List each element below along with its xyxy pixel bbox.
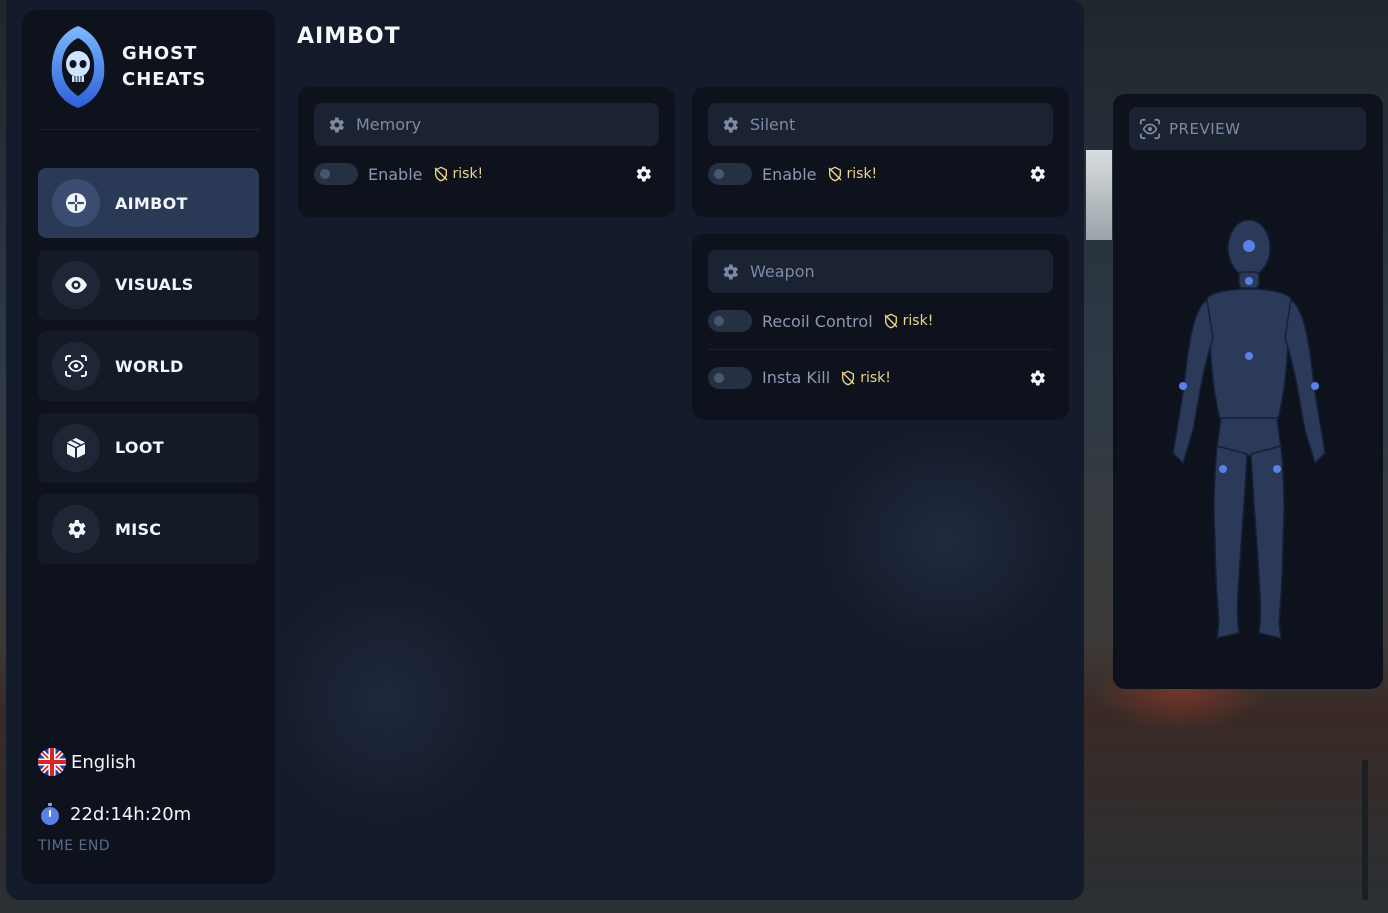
- nav-label: MISC: [115, 519, 162, 539]
- risk-badge: risk!: [883, 313, 934, 329]
- brand: GHOST CHEATS: [44, 24, 242, 110]
- divider: [38, 129, 259, 130]
- risk-label: risk!: [902, 313, 934, 329]
- language-label: English: [71, 751, 136, 773]
- stopwatch-icon: [41, 803, 59, 825]
- risk-badge: risk!: [840, 370, 891, 386]
- nav-label: WORLD: [115, 356, 184, 376]
- gear-icon: [723, 117, 738, 132]
- card-weapon: Weapon Recoil Control risk! Insta Kill r…: [692, 234, 1069, 420]
- risk-badge: risk!: [827, 166, 878, 182]
- card-memory: Memory Enable risk!: [298, 87, 675, 217]
- card-header: Silent: [708, 103, 1053, 146]
- risk-badge: risk!: [433, 166, 484, 182]
- shield-off-icon: [841, 370, 855, 385]
- nav-label: AIMBOT: [115, 193, 188, 213]
- shield-off-icon: [828, 166, 841, 182]
- uk-flag-icon: [38, 748, 66, 776]
- settings-gear-icon[interactable]: [633, 164, 653, 184]
- risk-label: risk!: [860, 369, 891, 386]
- main-nav: AIMBOT VISUALS WORLD LOOT MISC: [38, 168, 259, 576]
- gear-icon: [68, 520, 86, 538]
- option-label: Recoil Control: [762, 311, 873, 331]
- card-silent: Silent Enable risk!: [692, 87, 1069, 217]
- ghost-skull-icon: [51, 26, 105, 108]
- recoil-control-toggle[interactable]: [708, 310, 752, 332]
- nav-item-loot[interactable]: LOOT: [38, 412, 259, 483]
- insta-kill-toggle[interactable]: [708, 366, 752, 389]
- risk-label: risk!: [452, 166, 484, 182]
- brand-line-2: CHEATS: [122, 69, 207, 90]
- nav-item-world[interactable]: WORLD: [38, 331, 259, 401]
- nav-item-aimbot[interactable]: AIMBOT: [38, 168, 259, 238]
- body-model: [1172, 219, 1326, 639]
- option-row-enable: Enable risk!: [708, 146, 1053, 202]
- settings-gear-icon[interactable]: [1027, 368, 1047, 388]
- option-label: Enable: [762, 164, 817, 184]
- shield-off-icon: [434, 166, 447, 182]
- crosshair-icon: [66, 193, 86, 213]
- cheat-menu-window: GHOST CHEATS AIMBOT VISUALS WORLD LOOT M…: [6, 0, 1084, 900]
- card-title: Silent: [750, 115, 796, 134]
- sidebar: GHOST CHEATS AIMBOT VISUALS WORLD LOOT M…: [22, 10, 275, 884]
- option-row-insta-kill: Insta Kill risk!: [708, 349, 1053, 405]
- card-header: Weapon: [708, 250, 1053, 293]
- nav-item-misc[interactable]: MISC: [38, 494, 259, 564]
- scan-eye-icon: [1139, 118, 1161, 139]
- subscription-timer: 22d:14h:20m: [38, 802, 191, 826]
- option-row-enable: Enable risk!: [314, 146, 659, 202]
- option-row-recoil-control: Recoil Control risk!: [708, 293, 1053, 349]
- nav-item-visuals[interactable]: VISUALS: [38, 249, 259, 320]
- nav-label: LOOT: [115, 438, 164, 457]
- gear-icon: [329, 117, 344, 132]
- box-icon: [67, 437, 85, 458]
- page-title: AIMBOT: [297, 24, 401, 49]
- brand-line-1: GHOST: [122, 43, 198, 64]
- option-label: Enable: [368, 164, 423, 184]
- gear-icon: [723, 264, 738, 279]
- card-header: Memory: [314, 103, 659, 146]
- enable-toggle[interactable]: [314, 163, 358, 185]
- scan-eye-icon: [65, 355, 87, 377]
- option-label: Insta Kill: [762, 368, 831, 387]
- time-remaining: 22d:14h:20m: [70, 803, 192, 825]
- language-selector[interactable]: English: [38, 748, 136, 776]
- shield-off-icon: [884, 313, 898, 329]
- card-title: Memory: [356, 115, 422, 134]
- risk-label: risk!: [846, 166, 878, 182]
- eye-icon: [65, 276, 87, 293]
- enable-toggle[interactable]: [708, 163, 752, 185]
- nav-label: VISUALS: [115, 275, 194, 294]
- card-title: Weapon: [750, 262, 815, 281]
- time-end-caption: TIME END: [38, 838, 111, 854]
- preview-header: PREVIEW: [1129, 107, 1366, 150]
- preview-title: PREVIEW: [1169, 119, 1241, 138]
- preview-panel: PREVIEW: [1113, 94, 1383, 689]
- settings-gear-icon[interactable]: [1027, 164, 1047, 184]
